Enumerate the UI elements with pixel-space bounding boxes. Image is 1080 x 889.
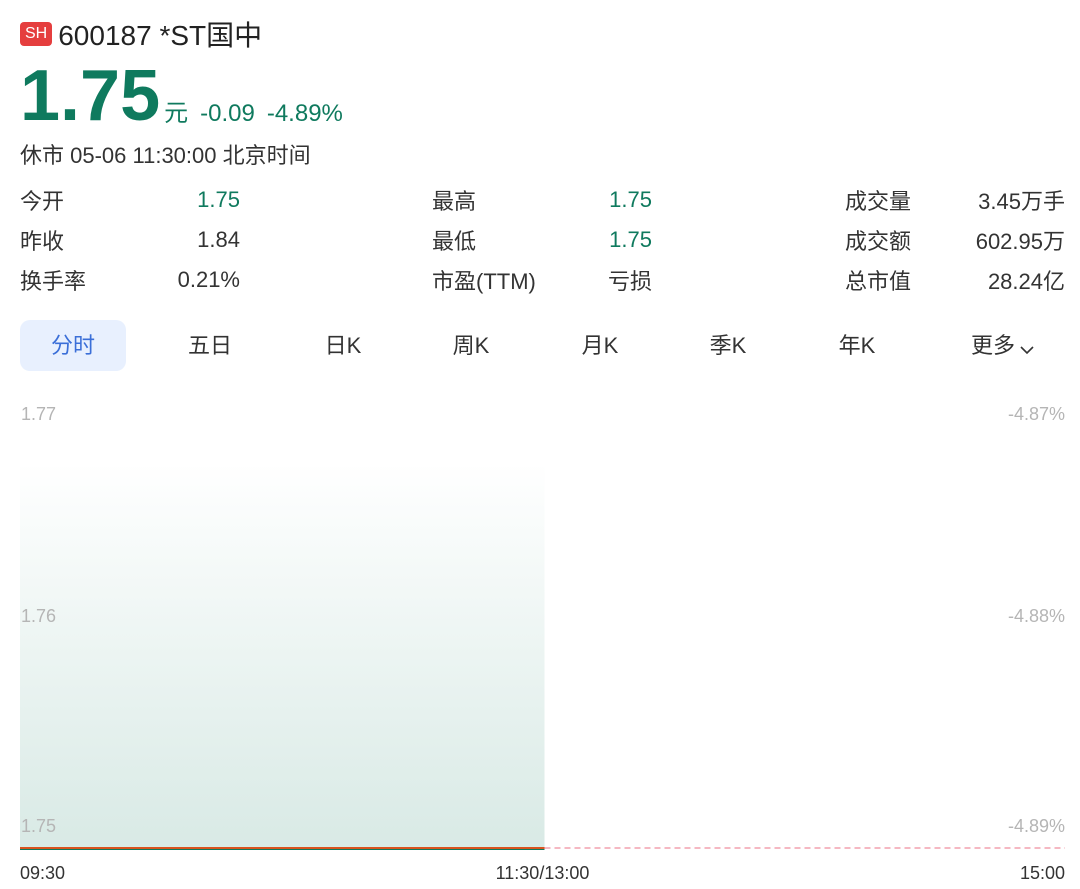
tab-daily-k[interactable]: 日K bbox=[290, 320, 396, 371]
price-unit: 元 bbox=[164, 99, 189, 127]
tab-more-label: 更多 bbox=[970, 333, 1015, 358]
chevron-down-icon bbox=[1019, 322, 1035, 373]
tab-five-day[interactable]: 五日 bbox=[157, 320, 263, 371]
x-tick-label: 15:00 bbox=[1020, 863, 1065, 883]
price-area-fill bbox=[20, 462, 545, 848]
stock-header: SH 600187 *ST国中 bbox=[20, 14, 262, 54]
stat-value-prev-close: 1.84 bbox=[197, 227, 240, 252]
stock-title: 600187 *ST国中 bbox=[58, 20, 263, 51]
tab-monthly-k[interactable]: 月K bbox=[547, 320, 653, 371]
y-tick-right: -4.87% bbox=[1008, 404, 1065, 424]
current-price: 1.75 bbox=[20, 56, 161, 136]
stats-row: 换手率 0.21% 市盈(TTM) 亏损 总市值 28.24亿 bbox=[20, 260, 1065, 300]
price-change: -0.09 bbox=[200, 100, 255, 127]
tab-more[interactable]: 更多 bbox=[950, 320, 1056, 371]
stat-value-volume: 3.45万手 bbox=[978, 189, 1065, 214]
tab-intraday[interactable]: 分时 bbox=[20, 320, 126, 371]
intraday-chart[interactable]: 1.77 1.76 1.75 -4.87% -4.88% -4.89% 09:30 11:30… bbox=[0, 390, 1080, 889]
stat-label-turnover-rate: 换手率 bbox=[20, 269, 87, 294]
chart-period-tabs: 分时 五日 日K 周K 月K 季K 年K 更多 bbox=[20, 320, 1065, 371]
stat-value-turnover-amount: 602.95万 bbox=[975, 229, 1065, 254]
x-tick-label: 09:30 bbox=[20, 863, 65, 883]
stat-label-volume: 成交量 bbox=[845, 189, 912, 214]
stat-value-market-cap: 28.24亿 bbox=[987, 269, 1065, 294]
market-status: 休市 05-06 11:30:00 北京时间 bbox=[20, 143, 311, 168]
stat-label-open: 今开 bbox=[20, 189, 65, 214]
y-tick-left: 1.77 bbox=[21, 404, 56, 424]
stat-value-pe: 亏损 bbox=[607, 269, 652, 294]
tab-weekly-k[interactable]: 周K bbox=[418, 320, 524, 371]
stat-value-high: 1.75 bbox=[609, 187, 652, 212]
tab-yearly-k[interactable]: 年K bbox=[804, 320, 910, 371]
stat-label-pe: 市盈(TTM) bbox=[432, 269, 536, 294]
quote-stats: 今开 1.75 最高 1.75 成交量 3.45万手 昨收 1.84 最低 1.… bbox=[20, 180, 1065, 300]
stat-label-high: 最高 bbox=[432, 189, 477, 214]
y-tick-right: -4.89% bbox=[1008, 816, 1065, 836]
stat-label-prev-close: 昨收 bbox=[20, 229, 65, 254]
stat-label-turnover-amount: 成交额 bbox=[845, 229, 912, 254]
stat-value-open: 1.75 bbox=[197, 187, 240, 212]
y-tick-left: 1.75 bbox=[21, 816, 56, 836]
y-tick-right: -4.88% bbox=[1008, 606, 1065, 626]
stat-label-low: 最低 bbox=[432, 229, 477, 254]
exchange-badge: SH bbox=[20, 22, 53, 46]
x-tick-label: 11:30/13:00 bbox=[496, 863, 590, 883]
stat-value-turnover-rate: 0.21% bbox=[177, 267, 240, 292]
y-tick-left: 1.76 bbox=[21, 606, 56, 626]
stat-value-low: 1.75 bbox=[609, 227, 652, 252]
stat-label-market-cap: 总市值 bbox=[845, 269, 912, 294]
stats-row: 昨收 1.84 最低 1.75 成交额 602.95万 bbox=[20, 220, 1065, 260]
tab-quarterly-k[interactable]: 季K bbox=[675, 320, 781, 371]
stats-row: 今开 1.75 最高 1.75 成交量 3.45万手 bbox=[20, 180, 1065, 220]
price-change-percent: -4.89% bbox=[266, 100, 343, 127]
price-row: 1.75 元 -0.09 -4.89% bbox=[20, 58, 343, 134]
